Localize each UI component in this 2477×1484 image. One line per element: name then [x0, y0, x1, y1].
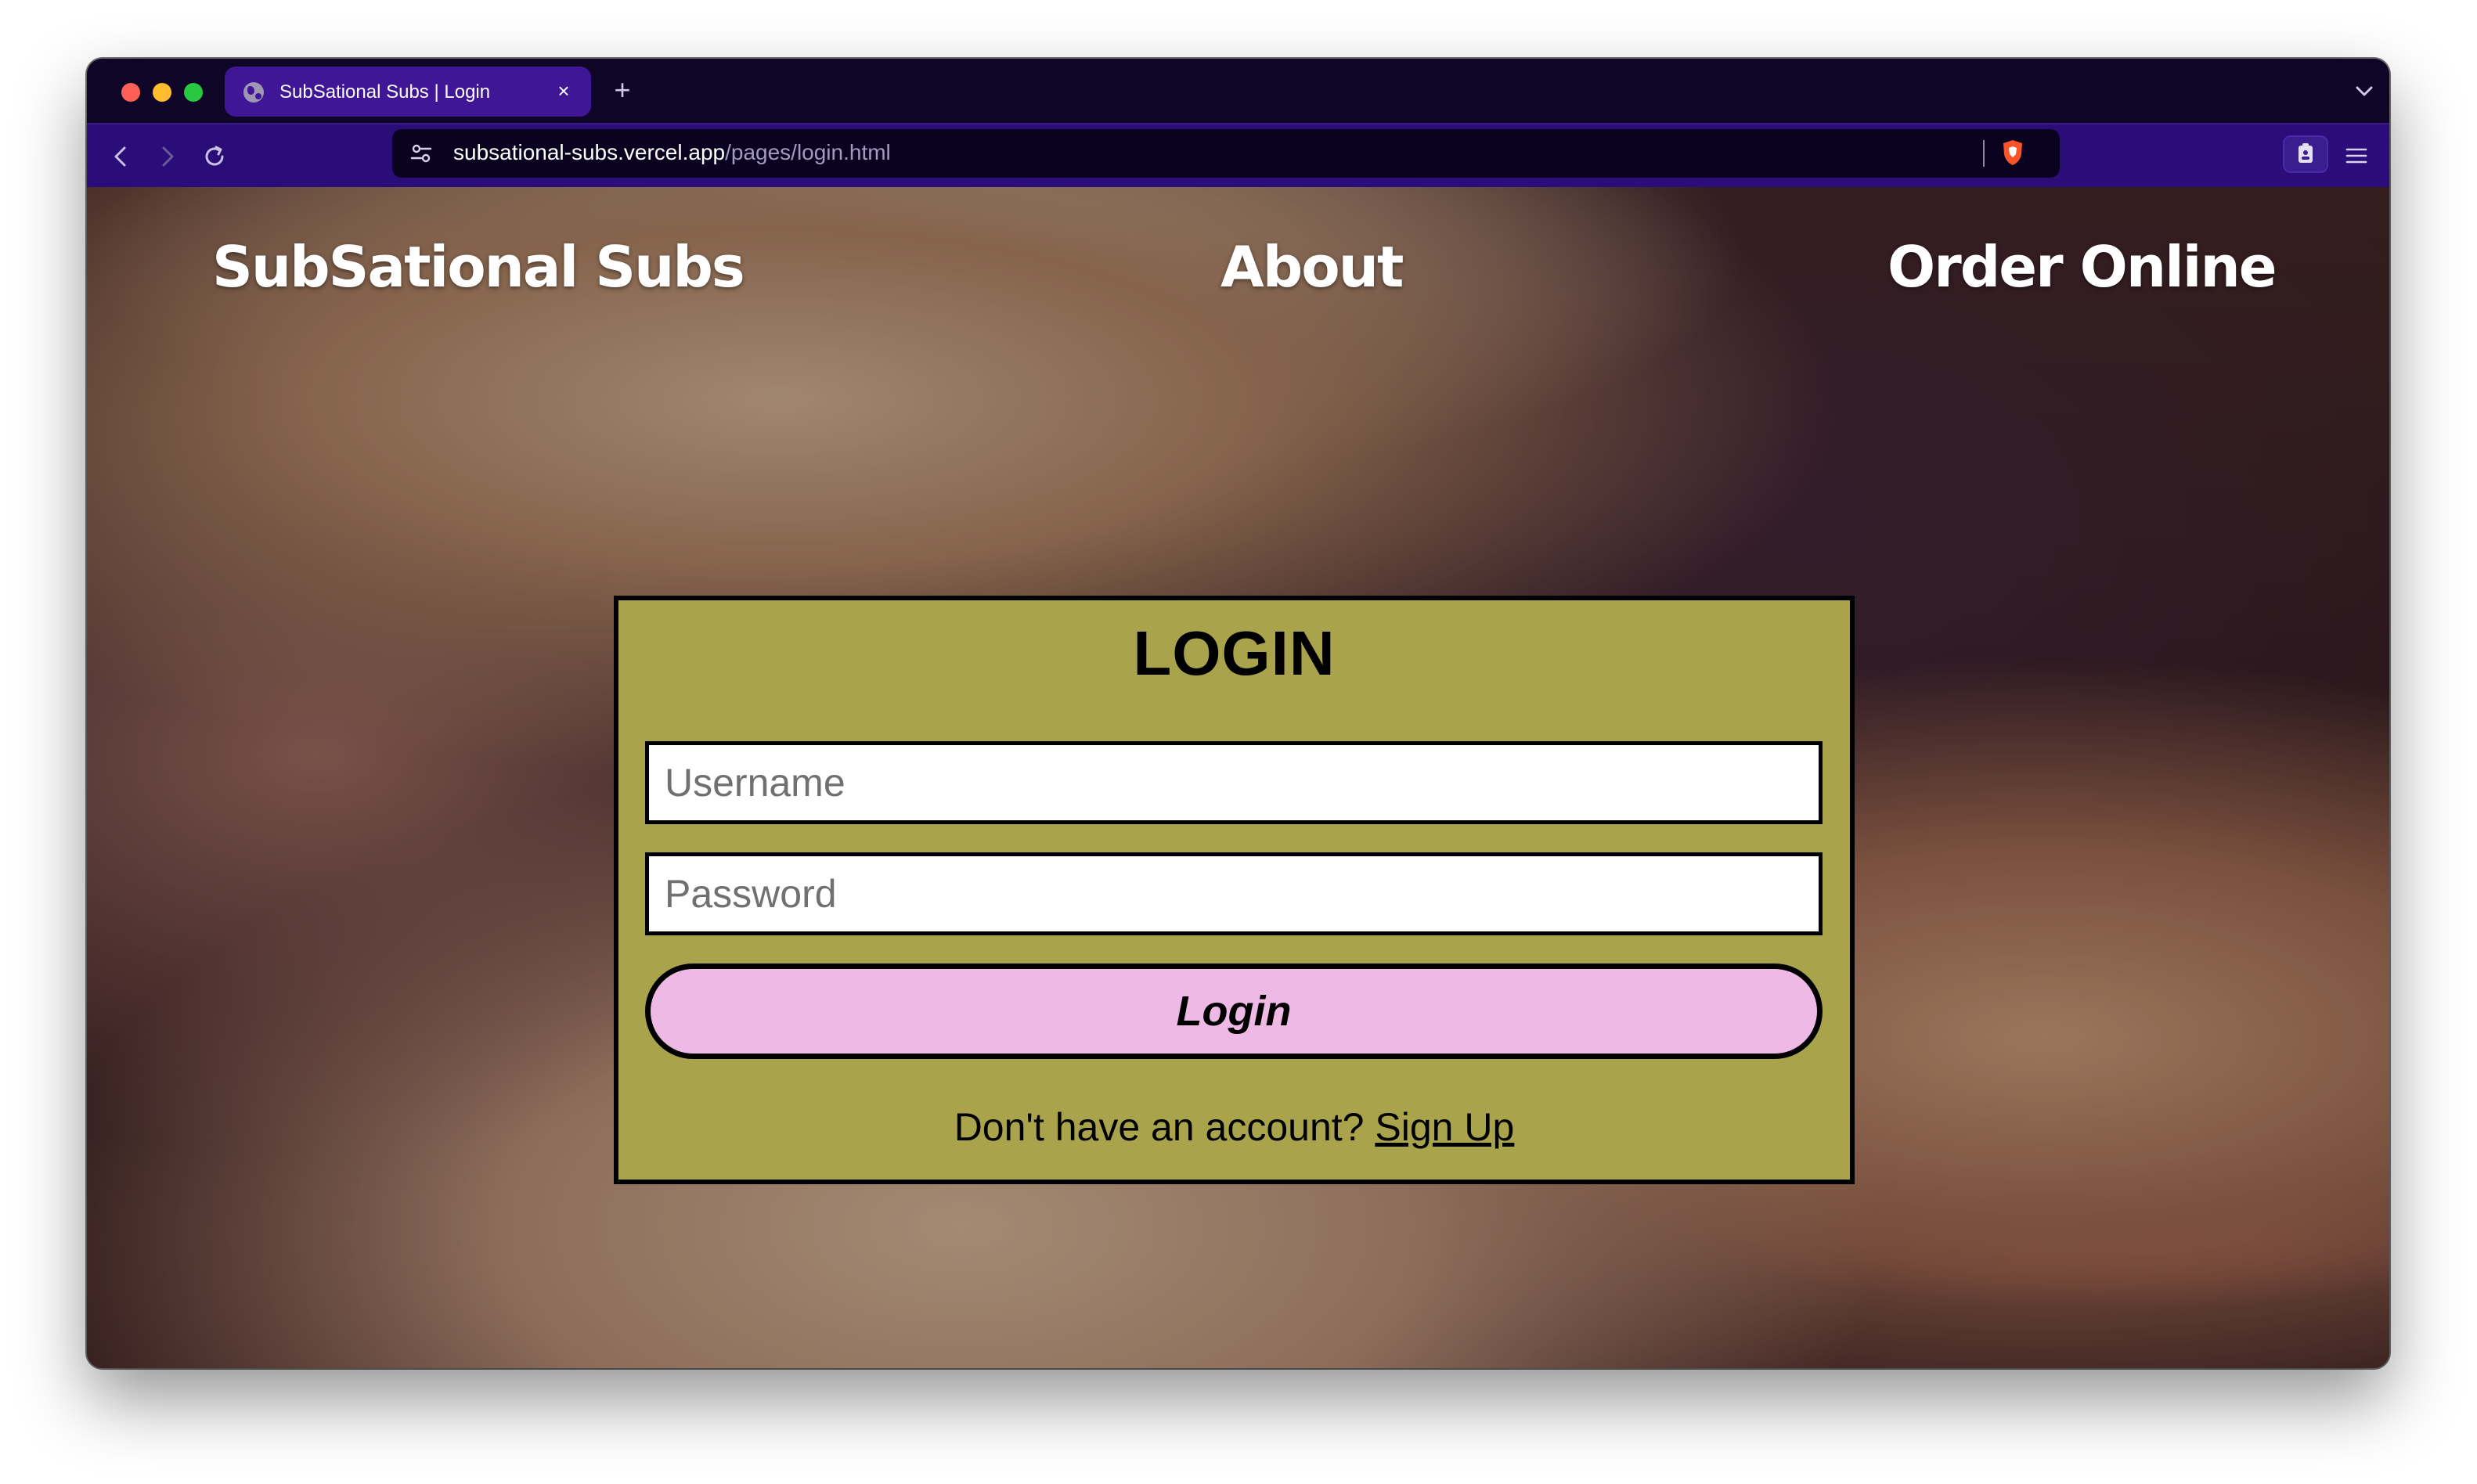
- tab-close-button[interactable]: ×: [550, 77, 577, 104]
- username-input[interactable]: [645, 741, 1823, 824]
- signup-prompt-line: Don't have an account? Sign Up: [618, 1104, 1850, 1150]
- new-tab-button[interactable]: +: [605, 73, 640, 107]
- chevron-down-icon[interactable]: [2350, 77, 2378, 106]
- url-divider: [1983, 140, 1985, 167]
- address-bar[interactable]: subsational-subs.vercel.app/pages/login.…: [392, 129, 2060, 178]
- brave-shield-icon[interactable]: [2000, 139, 2025, 167]
- menu-icon[interactable]: [2342, 142, 2371, 170]
- reload-icon[interactable]: [200, 142, 229, 171]
- nav-about-link[interactable]: About: [1220, 234, 1404, 300]
- tab-login[interactable]: SubSational Subs | Login ×: [225, 67, 591, 117]
- signup-prompt: Don't have an account?: [954, 1105, 1365, 1149]
- close-window-button[interactable]: [121, 83, 140, 102]
- nav-order-online-link[interactable]: Order Online: [1887, 234, 2277, 300]
- login-card: LOGIN Login Don't have an account? Sign …: [614, 596, 1855, 1184]
- minimize-window-button[interactable]: [153, 83, 171, 102]
- browser-toolbar: subsational-subs.vercel.app/pages/login.…: [87, 123, 2389, 191]
- login-button[interactable]: Login: [645, 964, 1823, 1059]
- page-viewport: SubSational Subs About Order Online LOGI…: [87, 187, 2389, 1368]
- tab-strip: SubSational Subs | Login × +: [87, 59, 2389, 123]
- browser-window: SubSational Subs | Login × + subsational…: [87, 59, 2389, 1368]
- tab-title: SubSational Subs | Login: [279, 81, 491, 103]
- url-path: /pages/login.html: [725, 140, 891, 164]
- back-icon[interactable]: [106, 142, 135, 171]
- site-settings-icon[interactable]: [409, 142, 433, 165]
- brand-link[interactable]: SubSational Subs: [212, 234, 745, 300]
- url-host: subsational-subs.vercel.app: [453, 140, 726, 164]
- extension-icon[interactable]: [2283, 135, 2328, 173]
- forward-icon[interactable]: [153, 142, 182, 171]
- password-input[interactable]: [645, 852, 1823, 935]
- globe-icon: [243, 82, 264, 103]
- url-text: subsational-subs.vercel.app/pages/login.…: [453, 140, 891, 165]
- signup-link[interactable]: Sign Up: [1375, 1105, 1514, 1149]
- zoom-window-button[interactable]: [184, 83, 203, 102]
- login-title: LOGIN: [1133, 618, 1336, 688]
